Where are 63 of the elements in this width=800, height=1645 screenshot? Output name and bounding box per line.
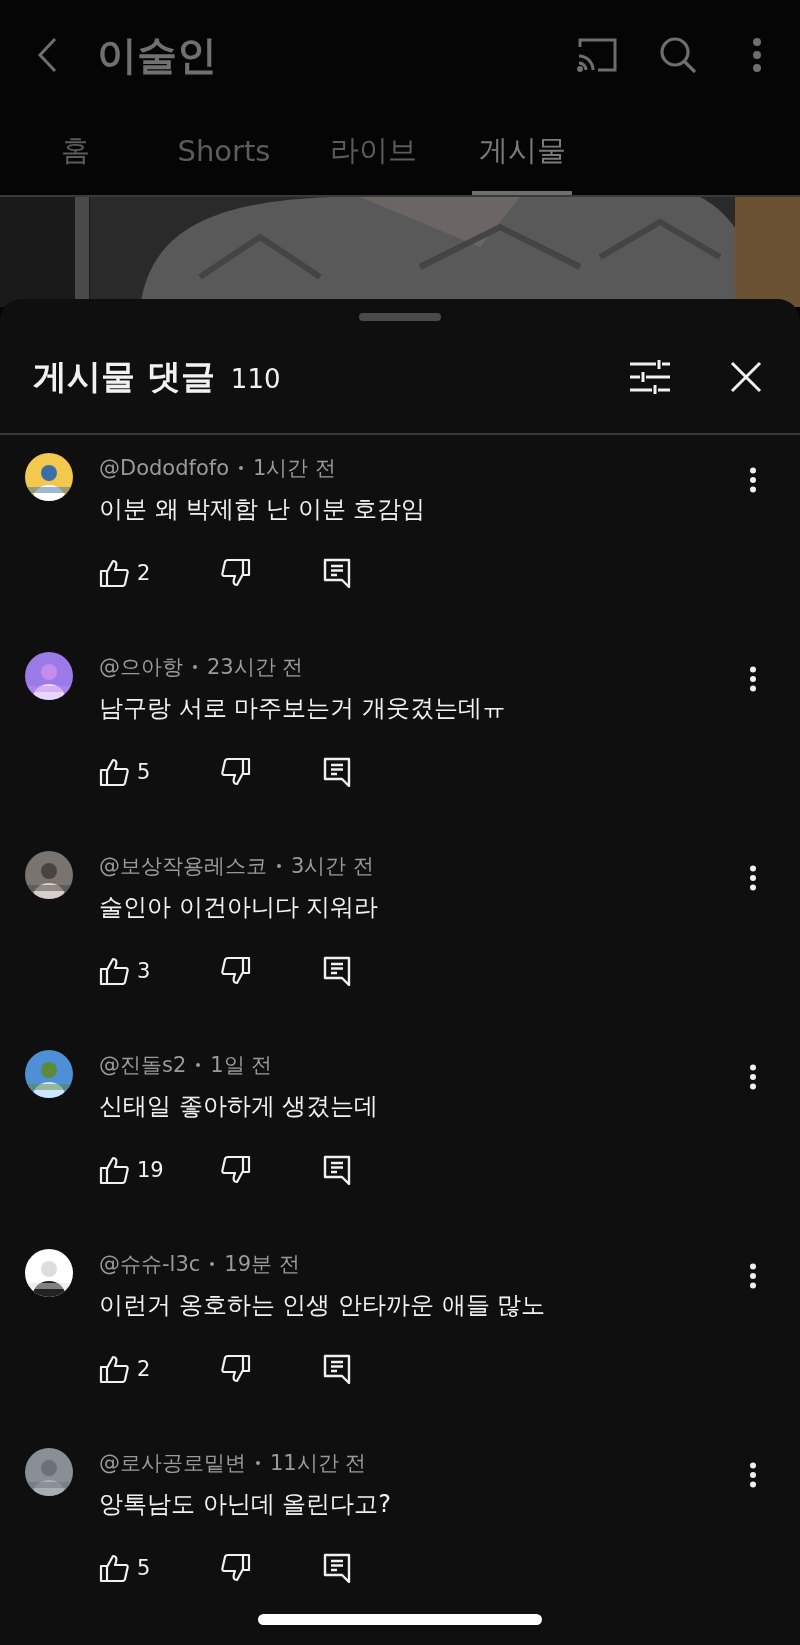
- comment-author[interactable]: @슈슈-l3c: [99, 1250, 201, 1278]
- comment-author[interactable]: @로사공로밑변: [99, 1449, 246, 1477]
- channel-title: 이술인: [97, 30, 217, 80]
- comment-time: 3시간 전: [291, 853, 375, 880]
- comment-author[interactable]: @진돌s2: [99, 1051, 187, 1079]
- more-icon[interactable]: [749, 666, 757, 692]
- reply-icon[interactable]: [323, 956, 351, 986]
- separator-dot: [277, 864, 281, 868]
- separator-dot: [196, 1063, 201, 1067]
- comment-author[interactable]: @으아항: [99, 653, 183, 681]
- more-icon[interactable]: [749, 865, 757, 891]
- comment-text: 남구랑 서로 마주보는거 개웃겼는데ㅠ: [99, 693, 507, 724]
- comment-text: 술인아 이건아니다 지워라: [99, 892, 380, 923]
- comment-author[interactable]: @보상작용레스코: [99, 852, 267, 880]
- thumbs-down-icon[interactable]: [221, 956, 251, 986]
- like-count: 2: [137, 561, 152, 585]
- thumbs-down-icon[interactable]: [221, 558, 251, 588]
- separator-dot: [239, 466, 243, 470]
- thumbs-down-icon[interactable]: [221, 1354, 251, 1384]
- comment-time: 23시간 전: [207, 654, 304, 681]
- like-count: 5: [137, 1556, 152, 1580]
- more-icon[interactable]: [749, 467, 757, 493]
- thumbs-down-icon[interactable]: [221, 1553, 251, 1583]
- comment-text: 신태일 좋아하게 생겼는데: [99, 1091, 380, 1122]
- comment-count: 110: [230, 364, 281, 394]
- back-icon[interactable]: [37, 37, 57, 73]
- filter-icon[interactable]: [630, 360, 670, 394]
- comment-text: 이분 왜 박제함 난 이분 호감임: [99, 494, 427, 525]
- reply-icon[interactable]: [323, 558, 351, 588]
- thumbs-down-icon[interactable]: [221, 1155, 251, 1185]
- close-icon[interactable]: [730, 361, 762, 393]
- search-icon[interactable]: [658, 35, 698, 75]
- thumbs-up-icon[interactable]: [99, 1155, 129, 1185]
- like-count: 2: [137, 1357, 152, 1381]
- comment-time: 1일 전: [210, 1052, 273, 1079]
- reply-icon[interactable]: [323, 1354, 351, 1384]
- thumbs-up-icon[interactable]: [99, 1553, 129, 1583]
- separator-dot: [210, 1262, 215, 1266]
- like-count: 5: [137, 760, 152, 784]
- more-icon[interactable]: [749, 1462, 757, 1488]
- thumbs-up-icon[interactable]: [99, 757, 129, 787]
- comment-time: 19분 전: [224, 1251, 300, 1278]
- comment-text: 앙톡남도 아닌데 올린다고?: [99, 1489, 392, 1520]
- thumbs-up-icon[interactable]: [99, 956, 129, 986]
- thumbs-down-icon[interactable]: [221, 757, 251, 787]
- comment-time: 1시간 전: [253, 455, 337, 482]
- like-count: 3: [137, 959, 152, 983]
- reply-icon[interactable]: [323, 757, 351, 787]
- comment-text: 이런거 옹호하는 인생 안타까운 애들 많노: [99, 1290, 547, 1321]
- cast-icon[interactable]: [576, 37, 618, 73]
- sheet-title: 게시물 댓글: [33, 355, 215, 398]
- comment-author[interactable]: @Dododfofo: [99, 456, 229, 480]
- drag-handle[interactable]: [359, 313, 441, 321]
- like-count: 19: [137, 1158, 165, 1182]
- more-icon[interactable]: [749, 1263, 757, 1289]
- more-icon[interactable]: [749, 1064, 757, 1090]
- thumbs-up-icon[interactable]: [99, 1354, 129, 1384]
- comment-time: 11시간 전: [270, 1450, 367, 1477]
- separator-dot: [256, 1461, 260, 1465]
- reply-icon[interactable]: [323, 1553, 351, 1583]
- reply-icon[interactable]: [323, 1155, 351, 1185]
- thumbs-up-icon[interactable]: [99, 558, 129, 588]
- separator-dot: [193, 665, 197, 669]
